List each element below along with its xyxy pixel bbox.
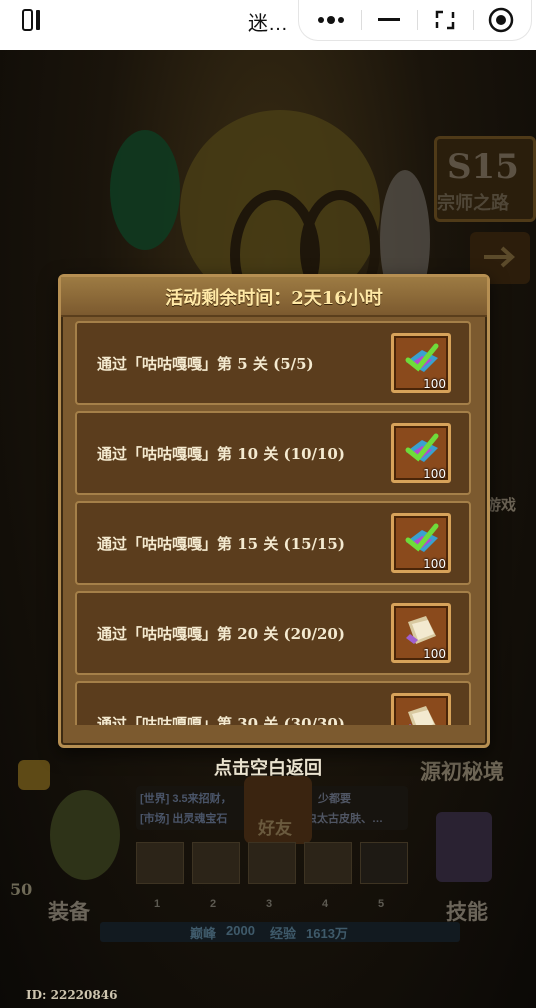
reward-slot[interactable]: 100 [391,423,451,483]
task-row[interactable]: 通过「咕咕嘎嘎」第 20 关 (20/20) 100 [75,591,471,675]
reward-count: 100 [423,467,446,481]
event-dialog: 活动剩余时间：2天16小时 通过「咕咕嘎嘎」第 5 关 (5/5) 100 通过… [58,274,490,748]
side-text: 游戏 [486,497,517,514]
top-bar: 迷… [0,0,536,50]
capsule-menu [298,0,532,41]
stage-badge-number: S15 [447,147,519,187]
reward-slot[interactable]: 100 [391,333,451,393]
friend-button-label: 好友 [258,819,292,838]
skill-book-icon[interactable] [436,812,492,882]
chat-line-world: [世界] 3.5来招财， [140,793,232,805]
dragon-character [110,130,180,250]
more-dots-icon[interactable] [303,0,359,40]
task-list[interactable]: 通过「咕咕嘎嘎」第 5 关 (5/5) 100 通过「咕咕嘎嘎」第 10 关 (… [75,321,473,725]
exp-value: 1613万 [306,926,348,941]
status-bar: 巅峰 2000 经验 1613万 [100,922,460,942]
reward-count: 100 [423,557,446,571]
task-text: 通过「咕咕嘎嘎」第 30 关 (30/30) [97,715,345,725]
dialog-header: 活动剩余时间：2天16小时 [61,277,487,317]
item-slot[interactable] [360,842,408,884]
reward-slot[interactable]: 100 [391,693,451,725]
item-slot[interactable] [304,842,352,884]
check-gem-icon [405,433,439,462]
check-gem-icon [405,523,439,552]
slot-number: 4 [322,898,329,910]
scroll-book-icon [406,616,436,644]
fullscreen-icon[interactable] [417,0,473,40]
item-slot[interactable] [136,842,184,884]
item-slot-bar [136,842,408,884]
level-badge: 50 [10,880,33,899]
item-slot[interactable] [248,842,296,884]
close-target-icon[interactable] [473,0,529,40]
reward-slot[interactable]: 100 [391,603,451,663]
peak-value: 2000 [226,923,255,938]
player-id: ID: 22220846 [26,988,118,1002]
task-row[interactable]: 通过「咕咕嘎嘎」第 10 关 (10/10) 100 [75,411,471,495]
slot-number-row: 1 2 3 4 5 [136,896,408,916]
frog-character [50,790,120,880]
task-row[interactable]: 通过「咕咕嘎嘎」第 30 关 (30/30) 100 [75,681,471,725]
scroll-book-icon [408,706,436,725]
slot-number: 3 [266,898,273,910]
slot-number: 2 [210,898,217,910]
chat-tail-1: 少都要 [318,793,351,805]
task-text: 通过「咕咕嘎嘎」第 20 关 (20/20) [97,625,345,643]
stage-caption: 宗师之路 [437,193,509,213]
slot-number: 1 [154,898,161,910]
app-title: 迷… [248,13,288,35]
task-row[interactable]: 通过「咕咕嘎嘎」第 15 关 (15/15) 100 [75,501,471,585]
task-text: 通过「咕咕嘎嘎」第 15 关 (15/15) [97,535,345,553]
event-time-remaining: 活动剩余时间：2天16小时 [165,288,383,309]
friend-button[interactable]: 好友 [244,776,312,844]
exp-label: 经验 [270,926,297,941]
minimize-icon[interactable] [361,0,417,40]
slot-number: 5 [378,898,385,910]
reward-count: 100 [423,377,446,391]
sidebar-toggle-icon[interactable] [22,8,46,32]
reward-slot[interactable]: 100 [391,513,451,573]
chat-tail-2: 虫太古皮肤、… [306,813,383,825]
peak-label: 巅峰 [190,926,217,941]
task-row[interactable]: 通过「咕咕嘎嘎」第 5 关 (5/5) 100 [75,321,471,405]
chat-line-market: [市场] 出灵魂宝石 [140,813,228,825]
task-text: 通过「咕咕嘎嘎」第 5 关 (5/5) [97,355,314,373]
equip-button-label[interactable]: 装备 [48,896,90,926]
tap-blank-to-return[interactable]: 点击空白返回 [0,754,536,780]
reward-count: 100 [423,647,446,661]
stage-badge[interactable]: S15 宗师之路 [434,136,536,222]
check-gem-icon [405,343,439,372]
task-text: 通过「咕咕嘎嘎」第 10 关 (10/10) [97,445,345,463]
item-slot[interactable] [192,842,240,884]
